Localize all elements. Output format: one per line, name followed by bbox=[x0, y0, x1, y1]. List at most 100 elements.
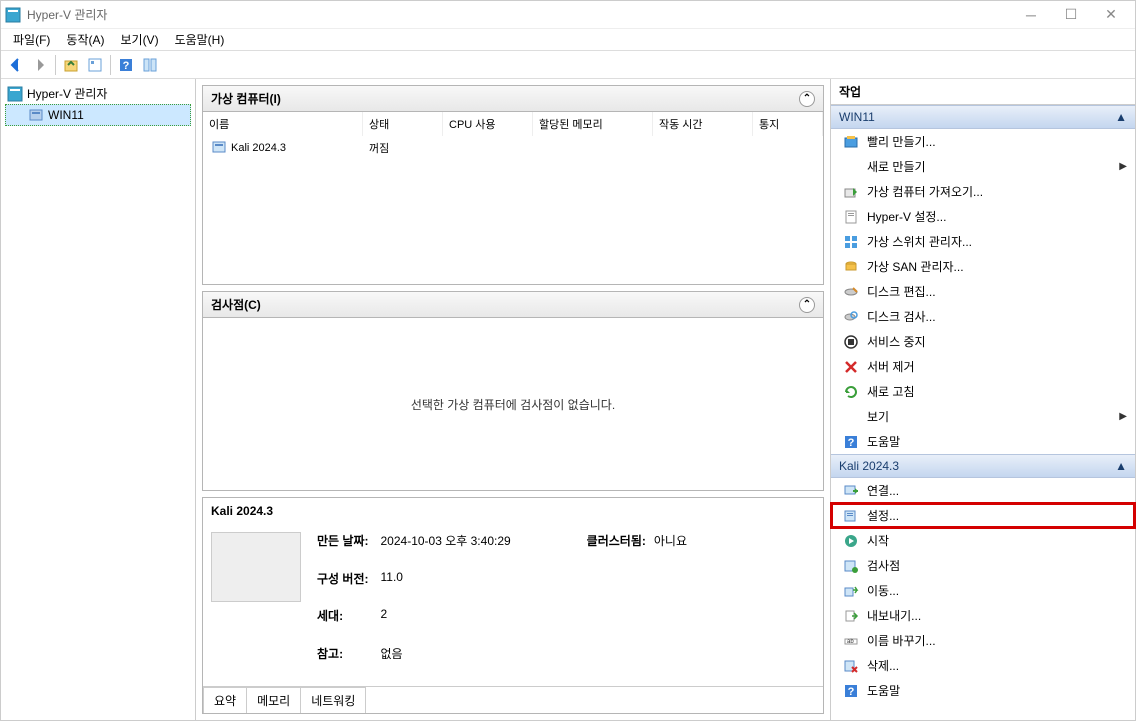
help-icon: ? bbox=[843, 683, 859, 699]
tree-root[interactable]: Hyper-V 관리자 bbox=[5, 83, 191, 104]
action-start[interactable]: 시작 bbox=[831, 528, 1135, 553]
inspect-disk-icon bbox=[843, 309, 859, 325]
settings-icon bbox=[843, 209, 859, 225]
col-name[interactable]: 이름 bbox=[203, 112, 363, 136]
submenu-arrow-icon: ▶ bbox=[1119, 161, 1127, 172]
action-remove-server[interactable]: 서버 제거 bbox=[831, 354, 1135, 379]
action-checkpoint[interactable]: 검사점 bbox=[831, 553, 1135, 578]
col-memory[interactable]: 할당된 메모리 bbox=[533, 112, 653, 136]
vm-status bbox=[753, 136, 823, 160]
action-view[interactable]: 보기 ▶ bbox=[831, 404, 1135, 429]
action-vswitch[interactable]: 가상 스위치 관리자... bbox=[831, 229, 1135, 254]
action-connect[interactable]: 연결... bbox=[831, 478, 1135, 503]
action-vm-help[interactable]: ? 도움말 bbox=[831, 678, 1135, 703]
action-help[interactable]: ? 도움말 bbox=[831, 429, 1135, 454]
action-edit-disk[interactable]: 디스크 편집... bbox=[831, 279, 1135, 304]
rename-icon: ab bbox=[843, 633, 859, 649]
tree-pane: Hyper-V 관리자 WIN11 bbox=[1, 79, 196, 720]
menu-bar: 파일(F) 동작(A) 보기(V) 도움말(H) bbox=[1, 29, 1135, 51]
summary-panel: Kali 2024.3 만든 날짜: 2024-10-03 오후 3:40:29… bbox=[202, 497, 824, 714]
gen-value: 2 bbox=[381, 607, 511, 641]
back-button[interactable] bbox=[5, 54, 27, 76]
action-new[interactable]: 새로 만들기 ▶ bbox=[831, 154, 1135, 179]
action-vsan[interactable]: 가상 SAN 관리자... bbox=[831, 254, 1135, 279]
collapse-icon: ▲ bbox=[1115, 110, 1127, 124]
action-move[interactable]: 이동... bbox=[831, 578, 1135, 603]
action-vm-settings[interactable]: 설정... bbox=[831, 503, 1135, 528]
summary-title: Kali 2024.3 bbox=[203, 498, 823, 524]
stop-icon bbox=[843, 334, 859, 350]
menu-action[interactable]: 동작(A) bbox=[58, 29, 112, 50]
action-import[interactable]: 가상 컴퓨터 가져오기... bbox=[831, 179, 1135, 204]
col-uptime[interactable]: 작동 시간 bbox=[653, 112, 753, 136]
col-status[interactable]: 통지 bbox=[753, 112, 823, 136]
svg-text:?: ? bbox=[848, 437, 855, 449]
submenu-arrow-icon: ▶ bbox=[1119, 411, 1127, 422]
edit-disk-icon bbox=[843, 284, 859, 300]
vswitch-icon bbox=[843, 234, 859, 250]
toolbar: ? bbox=[1, 51, 1135, 79]
vm-name: Kali 2024.3 bbox=[231, 142, 286, 154]
action-rename[interactable]: ab 이름 바꾸기... bbox=[831, 628, 1135, 653]
svg-text:ab: ab bbox=[847, 639, 854, 645]
menu-help[interactable]: 도움말(H) bbox=[167, 29, 233, 50]
show-hide-button[interactable] bbox=[139, 54, 161, 76]
col-state[interactable]: 상태 bbox=[363, 112, 443, 136]
action-stop-service[interactable]: 서비스 중지 bbox=[831, 329, 1135, 354]
actions-section-vm[interactable]: Kali 2024.3 ▲ bbox=[831, 454, 1135, 478]
close-button[interactable]: ✕ bbox=[1091, 2, 1131, 28]
start-icon bbox=[843, 533, 859, 549]
actions-section-win11[interactable]: WIN11 ▲ bbox=[831, 105, 1135, 129]
svg-text:?: ? bbox=[123, 60, 130, 72]
vm-row[interactable]: Kali 2024.3 꺼짐 bbox=[203, 136, 823, 160]
notes-value: 없음 bbox=[381, 645, 511, 679]
menu-file[interactable]: 파일(F) bbox=[5, 29, 58, 50]
collapse-button[interactable]: ⌃ bbox=[799, 91, 815, 107]
title-bar: Hyper-V 관리자 ─ ☐ ✕ bbox=[1, 1, 1135, 29]
col-cpu[interactable]: CPU 사용 bbox=[443, 112, 533, 136]
collapse-button[interactable]: ⌃ bbox=[799, 297, 815, 313]
tab-networking[interactable]: 네트워킹 bbox=[300, 687, 366, 713]
tree-node-label: WIN11 bbox=[48, 108, 84, 122]
hyperv-icon bbox=[7, 86, 23, 102]
help-button[interactable]: ? bbox=[115, 54, 137, 76]
tab-memory[interactable]: 메모리 bbox=[246, 687, 301, 713]
action-export[interactable]: 내보내기... bbox=[831, 603, 1135, 628]
action-hyperv-settings[interactable]: Hyper-V 설정... bbox=[831, 204, 1135, 229]
checkpoint-message: 선택한 가상 컴퓨터에 검사점이 없습니다. bbox=[203, 318, 823, 490]
window-title: Hyper-V 관리자 bbox=[27, 6, 1011, 23]
action-inspect-disk[interactable]: 디스크 검사... bbox=[831, 304, 1135, 329]
vm-memory bbox=[533, 136, 653, 160]
refresh-icon bbox=[843, 384, 859, 400]
action-quick-create[interactable]: 빨리 만들기... bbox=[831, 129, 1135, 154]
up-button[interactable] bbox=[60, 54, 82, 76]
svg-text:?: ? bbox=[848, 686, 855, 698]
delete-icon bbox=[843, 658, 859, 674]
action-refresh[interactable]: 새로 고침 bbox=[831, 379, 1135, 404]
config-label: 구성 버전: bbox=[317, 570, 369, 604]
notes-label: 참고: bbox=[317, 645, 369, 679]
vm-thumbnail bbox=[211, 532, 301, 602]
tree-root-label: Hyper-V 관리자 bbox=[27, 85, 107, 102]
forward-button[interactable] bbox=[29, 54, 51, 76]
quick-create-icon bbox=[843, 134, 859, 150]
created-value: 2024-10-03 오후 3:40:29 bbox=[381, 532, 511, 566]
vm-list-panel: 가상 컴퓨터(I) ⌃ 이름 상태 CPU 사용 할당된 메모리 작동 시간 통… bbox=[202, 85, 824, 285]
clustered-value: 아니요 bbox=[654, 532, 687, 549]
help-icon: ? bbox=[843, 434, 859, 450]
tree-node-win11[interactable]: WIN11 bbox=[5, 104, 191, 126]
maximize-button[interactable]: ☐ bbox=[1051, 2, 1091, 28]
blank-icon bbox=[843, 409, 859, 425]
created-label: 만든 날짜: bbox=[317, 532, 369, 566]
vm-state: 꺼짐 bbox=[363, 136, 443, 160]
minimize-button[interactable]: ─ bbox=[1011, 2, 1051, 28]
action-delete[interactable]: 삭제... bbox=[831, 653, 1135, 678]
menu-view[interactable]: 보기(V) bbox=[112, 29, 166, 50]
gen-label: 세대: bbox=[317, 607, 369, 641]
remove-icon bbox=[843, 359, 859, 375]
vm-uptime bbox=[653, 136, 753, 160]
vm-icon bbox=[211, 140, 227, 156]
tab-summary[interactable]: 요약 bbox=[203, 687, 247, 713]
properties-button[interactable] bbox=[84, 54, 106, 76]
actions-title: 작업 bbox=[831, 79, 1135, 105]
